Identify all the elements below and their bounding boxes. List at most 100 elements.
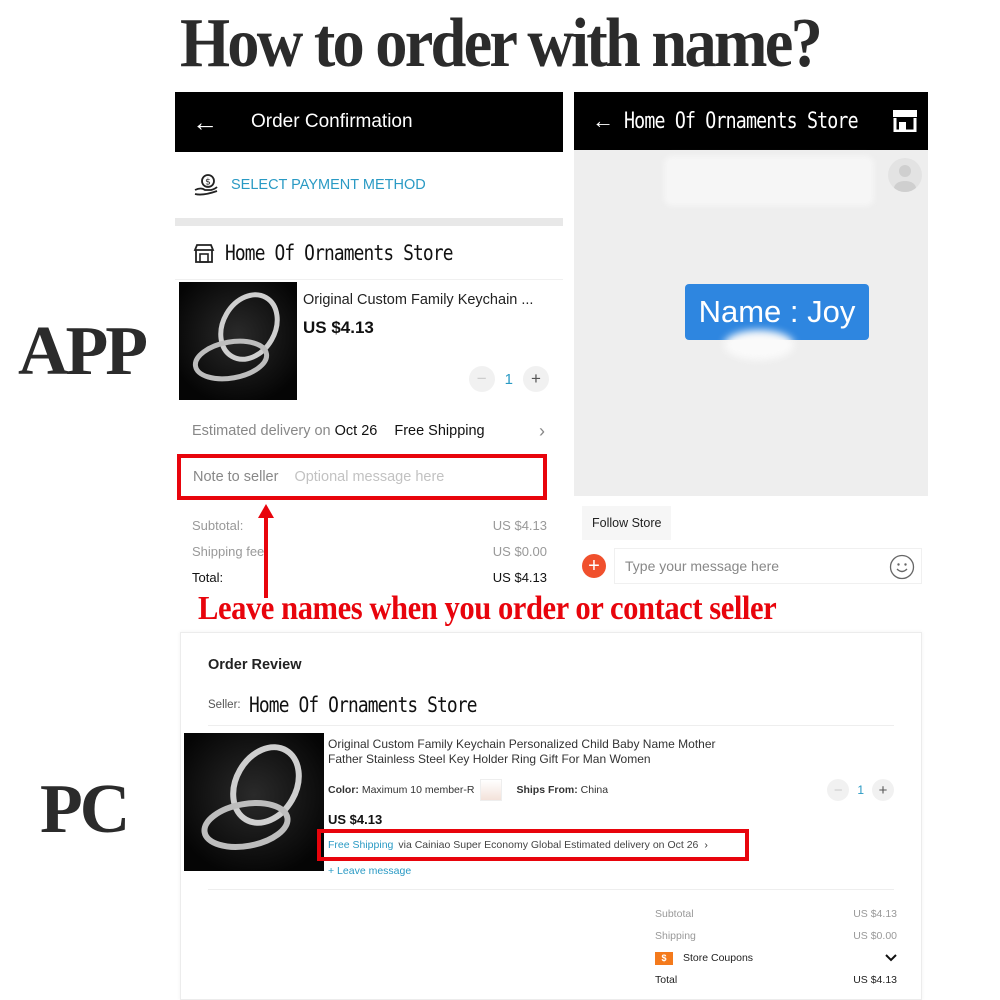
shop-icon[interactable] bbox=[892, 108, 918, 132]
note-to-seller-label: Note to seller bbox=[193, 469, 279, 485]
leave-message-link[interactable]: + Leave message bbox=[328, 865, 411, 877]
coupon-icon: $ bbox=[655, 951, 673, 965]
shipping-label: Shipping bbox=[655, 930, 696, 942]
total-label: Total bbox=[655, 974, 678, 986]
chevron-right-icon[interactable]: › bbox=[539, 421, 545, 442]
store-row[interactable]: Home Of Ornaments Store bbox=[175, 226, 563, 280]
select-payment-method-row[interactable]: $ SELECT PAYMENT METHOD bbox=[175, 152, 563, 218]
avatar bbox=[888, 158, 922, 192]
increase-quantity-button[interactable]: + bbox=[872, 779, 894, 801]
section-divider bbox=[175, 218, 563, 226]
product-name[interactable]: Original Custom Family Keychain ... bbox=[303, 292, 533, 308]
pointer-arrow-up bbox=[264, 516, 268, 598]
product-price: US $4.13 bbox=[328, 812, 383, 827]
quantity-value: 1 bbox=[504, 370, 513, 388]
chevron-right-icon[interactable]: › bbox=[704, 839, 708, 851]
shipping-fee-label: Shipping fee: bbox=[192, 543, 268, 559]
shipping-value: US $0.00 bbox=[853, 930, 897, 942]
delivery-label: Estimated delivery on bbox=[192, 423, 331, 439]
quantity-value: 1 bbox=[857, 783, 864, 797]
decrease-quantity-button[interactable]: − bbox=[468, 366, 495, 392]
seller-row: Seller: Home Of Ornaments Store bbox=[208, 693, 516, 717]
order-summary: Subtotal: US $4.13 Shipping fee: US $0.0… bbox=[175, 500, 563, 590]
shipping-fee-value: US $0.00 bbox=[492, 543, 547, 559]
user-avatar-icon bbox=[894, 165, 916, 192]
pointer-arrow-up-head bbox=[258, 504, 274, 518]
quantity-stepper: − 1 + bbox=[468, 366, 549, 392]
seller-name[interactable]: Home Of Ornaments Store bbox=[249, 693, 477, 717]
total-row: Total US $4.13 bbox=[655, 969, 897, 991]
subtotal-value: US $4.13 bbox=[853, 908, 897, 920]
payment-hand-icon: $ bbox=[194, 174, 218, 196]
shipping-fee-row: Shipping fee: US $0.00 bbox=[192, 538, 547, 564]
store-name[interactable]: Home Of Ornaments Store bbox=[225, 241, 453, 265]
order-totals: Subtotal US $4.13 Shipping US $0.00 $ St… bbox=[655, 903, 897, 991]
total-row: Total: US $4.13 bbox=[192, 564, 547, 590]
app-label: APP bbox=[18, 313, 148, 390]
follow-store-button[interactable]: Follow Store bbox=[582, 506, 672, 540]
instruction-caption: Leave names when you order or contact se… bbox=[198, 590, 777, 627]
free-shipping-link[interactable]: Free Shipping bbox=[328, 839, 393, 851]
product-item: Original Custom Family Keychain ... US $… bbox=[175, 280, 563, 408]
color-value: Maximum 10 member-R bbox=[361, 784, 475, 796]
app-order-confirmation-screen: ← Order Confirmation $ SELECT PAYMENT ME… bbox=[175, 92, 563, 602]
order-review-title: Order Review bbox=[208, 657, 302, 673]
arrow-left-icon[interactable]: ← bbox=[175, 107, 235, 138]
message-input-box bbox=[614, 548, 922, 584]
subtotal-label: Subtotal: bbox=[192, 517, 244, 533]
ships-from-value: China bbox=[580, 784, 609, 796]
chat-header: ← Home Of Ornaments Store bbox=[574, 92, 928, 150]
product-name[interactable]: Original Custom Family Keychain Personal… bbox=[328, 737, 748, 767]
total-value: US $4.13 bbox=[853, 974, 897, 986]
message-input[interactable] bbox=[625, 558, 875, 574]
chevron-down-icon[interactable] bbox=[885, 954, 897, 962]
decrease-quantity-button[interactable]: − bbox=[827, 779, 850, 801]
blurred-region bbox=[724, 330, 794, 360]
page-title: How to order with name? bbox=[179, 5, 823, 82]
store-coupons-row[interactable]: $ Store Coupons bbox=[655, 947, 897, 969]
shipping-estimate: Estimated delivery on Oct 26 bbox=[564, 839, 699, 851]
emoji-icon[interactable] bbox=[889, 554, 915, 580]
color-swatch bbox=[480, 779, 503, 801]
quantity-stepper: − 1 + bbox=[827, 779, 894, 801]
pc-label: PC bbox=[40, 771, 130, 848]
seller-label: Seller: bbox=[208, 699, 241, 711]
product-attributes: Color: Maximum 10 member-R Ships From: C… bbox=[328, 779, 608, 801]
delivery-row[interactable]: Estimated delivery on Oct 26 Free Shippi… bbox=[175, 408, 563, 454]
blurred-region bbox=[664, 156, 874, 206]
ships-from-label: Ships From: bbox=[516, 784, 578, 796]
svg-text:$: $ bbox=[205, 178, 211, 188]
pc-order-review-panel: Order Review Seller: Home Of Ornaments S… bbox=[180, 632, 922, 1000]
product-thumbnail[interactable] bbox=[184, 733, 324, 871]
arrow-left-icon[interactable]: ← bbox=[592, 108, 614, 134]
shipping-carrier: via Cainiao Super Economy Global bbox=[398, 839, 562, 851]
chat-message-area: Name : Joy bbox=[574, 150, 928, 496]
store-coupons-label: Store Coupons bbox=[683, 952, 754, 964]
total-label: Total: bbox=[192, 569, 224, 585]
delivery-date: Oct 26 bbox=[334, 423, 378, 439]
shipping-row: Shipping US $0.00 bbox=[655, 925, 897, 947]
total-value: US $4.13 bbox=[492, 569, 547, 585]
product-price: US $4.13 bbox=[303, 318, 374, 337]
divider bbox=[208, 889, 894, 890]
subtotal-row: Subtotal US $4.13 bbox=[655, 903, 897, 925]
app-order-header: ← Order Confirmation bbox=[175, 92, 563, 152]
message-composer: + bbox=[582, 548, 922, 584]
app-chat-screen: ← Home Of Ornaments Store Name : Joy Fol… bbox=[574, 92, 928, 592]
shipping-option-highlight[interactable]: Free Shipping via Cainiao Super Economy … bbox=[317, 829, 749, 861]
increase-quantity-button[interactable]: + bbox=[523, 366, 549, 392]
color-label: Color: bbox=[328, 784, 359, 796]
subtotal-row: Subtotal: US $4.13 bbox=[192, 512, 547, 538]
divider bbox=[208, 725, 894, 726]
chat-store-title: Home Of Ornaments Store bbox=[624, 108, 859, 134]
select-payment-method-link[interactable]: SELECT PAYMENT METHOD bbox=[231, 177, 426, 193]
store-icon bbox=[193, 243, 215, 263]
header-title: Order Confirmation bbox=[251, 111, 413, 132]
add-attachment-button[interactable]: + bbox=[582, 554, 606, 578]
product-thumbnail[interactable] bbox=[179, 282, 297, 400]
note-to-seller-highlight: Note to seller bbox=[177, 454, 547, 500]
note-to-seller-input[interactable] bbox=[294, 469, 515, 485]
subtotal-label: Subtotal bbox=[655, 908, 694, 920]
shipping-method: Free Shipping bbox=[394, 423, 485, 439]
subtotal-value: US $4.13 bbox=[492, 517, 547, 533]
